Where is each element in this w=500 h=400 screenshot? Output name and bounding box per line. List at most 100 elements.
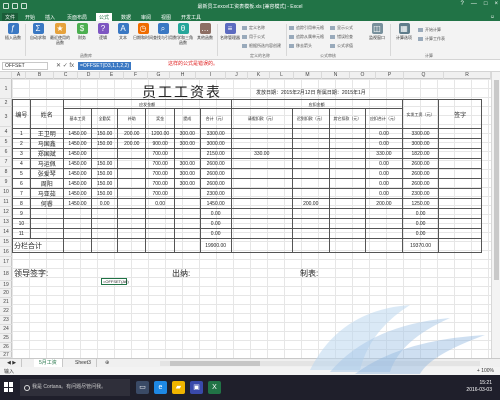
- cell-commission[interactable]: 300.00: [173, 128, 201, 139]
- cell-attendance[interactable]: 150.00: [91, 128, 119, 139]
- cell-leave[interactable]: [230, 168, 293, 179]
- cell-deduct-total[interactable]: 200.00: [365, 198, 403, 209]
- row-header[interactable]: 11: [0, 197, 12, 207]
- employee-name[interactable]: 马运佩: [29, 158, 64, 169]
- employee-no[interactable]: 5: [12, 168, 31, 179]
- cell-late[interactable]: [291, 208, 330, 219]
- cell-bonus[interactable]: 700.00: [145, 158, 175, 169]
- cashier-label[interactable]: 出纳:: [172, 268, 190, 279]
- employee-name[interactable]: 周阳: [29, 178, 64, 189]
- row-header[interactable]: 12: [0, 207, 12, 217]
- cell-allowance[interactable]: [117, 158, 147, 169]
- cell-other[interactable]: [328, 218, 367, 229]
- cell-leave[interactable]: [230, 218, 293, 229]
- column-header[interactable]: J: [226, 72, 248, 79]
- column-header[interactable]: H: [170, 72, 196, 79]
- cell-commission[interactable]: [173, 228, 201, 239]
- help-button[interactable]: ?: [461, 1, 464, 7]
- column-header[interactable]: C: [54, 72, 78, 79]
- tab-formulas[interactable]: 公式: [96, 13, 113, 21]
- calculation-options-button[interactable]: ▦ 计算选项: [393, 21, 415, 40]
- evaluate-formula-button[interactable]: 公式求值: [330, 43, 353, 49]
- table-cell[interactable]: [91, 238, 119, 253]
- column-header[interactable]: I: [196, 72, 226, 79]
- cell-base[interactable]: 1450.00: [62, 168, 93, 179]
- cell-deduct-total[interactable]: 0.00: [365, 128, 403, 139]
- more-functions-button[interactable]: … 其他函数: [194, 21, 216, 40]
- cell-allowance[interactable]: [117, 208, 147, 219]
- cell-bonus[interactable]: 700.00: [145, 148, 175, 159]
- scroll-thumb[interactable]: [494, 80, 499, 280]
- cell-base[interactable]: 1450.00: [62, 198, 93, 209]
- header-attendance-bonus[interactable]: 全勤奖: [91, 108, 119, 129]
- cell-payable-total[interactable]: 3300.00: [199, 128, 232, 139]
- cell-deduct-total[interactable]: 330.00: [365, 148, 403, 159]
- header-payable-total[interactable]: 合计（元）: [199, 108, 232, 129]
- cell-commission[interactable]: [173, 218, 201, 229]
- calculate-now-button[interactable]: 开始计算: [418, 27, 441, 33]
- cell-attendance[interactable]: [91, 208, 119, 219]
- cell-base[interactable]: 1450.00: [62, 148, 93, 159]
- cell-allowance[interactable]: [117, 188, 147, 199]
- cell-attendance[interactable]: [91, 218, 119, 229]
- employee-no[interactable]: 6: [12, 178, 31, 189]
- row-header[interactable]: 2: [0, 99, 12, 107]
- header-no[interactable]: 编号: [12, 99, 31, 129]
- cell-actual[interactable]: 0.00: [401, 228, 440, 239]
- use-in-formula-button[interactable]: 用于公式: [242, 34, 265, 40]
- cell-other[interactable]: [328, 198, 367, 209]
- function-icon[interactable]: ✕ ✓ fx: [56, 62, 74, 69]
- employee-no[interactable]: 7: [12, 188, 31, 199]
- cell-bonus[interactable]: 700.00: [145, 188, 175, 199]
- math-button[interactable]: θ 数学和三角函数: [172, 21, 194, 45]
- employee-no[interactable]: 8: [12, 198, 31, 209]
- employee-name[interactable]: 马亚茹: [29, 188, 64, 199]
- cell-other[interactable]: [328, 168, 367, 179]
- cell-payable-total[interactable]: 2600.00: [199, 178, 232, 189]
- cell-other[interactable]: [328, 128, 367, 139]
- table-cell[interactable]: [117, 238, 147, 253]
- table-cell[interactable]: [291, 238, 330, 253]
- tab-home[interactable]: 开始: [22, 13, 38, 21]
- header-name[interactable]: 姓名: [29, 99, 64, 129]
- tab-page-layout[interactable]: 页面布局: [64, 13, 90, 21]
- financial-button[interactable]: $ 财务: [71, 21, 93, 40]
- row-header[interactable]: 8: [0, 167, 12, 177]
- row-header[interactable]: 7: [0, 157, 12, 167]
- cell-payable-total[interactable]: 2150.00: [199, 148, 232, 159]
- cell-payable-total[interactable]: 1450.00: [199, 198, 232, 209]
- row-header[interactable]: 10: [0, 187, 12, 197]
- cell-other[interactable]: [328, 178, 367, 189]
- table-cell[interactable]: [365, 238, 403, 253]
- file-explorer-icon[interactable]: ▰: [172, 381, 185, 394]
- cell-commission[interactable]: 300.00: [173, 168, 201, 179]
- watch-window-button[interactable]: ◫ 监视窗口: [366, 21, 388, 40]
- cell-leave[interactable]: [230, 228, 293, 239]
- cell-base[interactable]: 1450.00: [62, 138, 93, 149]
- cell-actual[interactable]: 2600.00: [401, 168, 440, 179]
- cell-base[interactable]: 1450.00: [62, 158, 93, 169]
- employee-no[interactable]: 2: [12, 138, 31, 149]
- employee-no[interactable]: 1: [12, 128, 31, 139]
- cell-signature[interactable]: [438, 128, 482, 139]
- subtotal-actual[interactable]: 19370.00: [401, 238, 440, 253]
- cell-commission[interactable]: [173, 148, 201, 159]
- recent-functions-button[interactable]: ★ 最近使用的函数: [49, 21, 71, 45]
- cell-actual[interactable]: 1250.00: [401, 198, 440, 209]
- header-other-deduction[interactable]: 其它扣款（元）: [328, 108, 367, 129]
- cell-signature[interactable]: [438, 178, 482, 189]
- column-header[interactable]: O: [350, 72, 376, 79]
- employee-name[interactable]: [29, 208, 64, 219]
- create-from-selection-button[interactable]: 根据所选内容创建: [242, 43, 281, 49]
- row-header[interactable]: 18: [0, 267, 12, 281]
- cell-late[interactable]: [291, 128, 330, 139]
- employee-no[interactable]: 11: [12, 228, 31, 239]
- calculate-sheet-button[interactable]: 计算工作表: [418, 36, 445, 42]
- cell-other[interactable]: [328, 148, 367, 159]
- header-deduct-total[interactable]: 应扣合计（元）: [365, 108, 403, 129]
- row-header[interactable]: 19: [0, 281, 12, 289]
- table-cell[interactable]: [173, 238, 201, 253]
- cell-commission[interactable]: 300.00: [173, 158, 201, 169]
- datetime-button[interactable]: ◷ 日期和时间: [132, 21, 154, 40]
- row-header[interactable]: 24: [0, 325, 12, 334]
